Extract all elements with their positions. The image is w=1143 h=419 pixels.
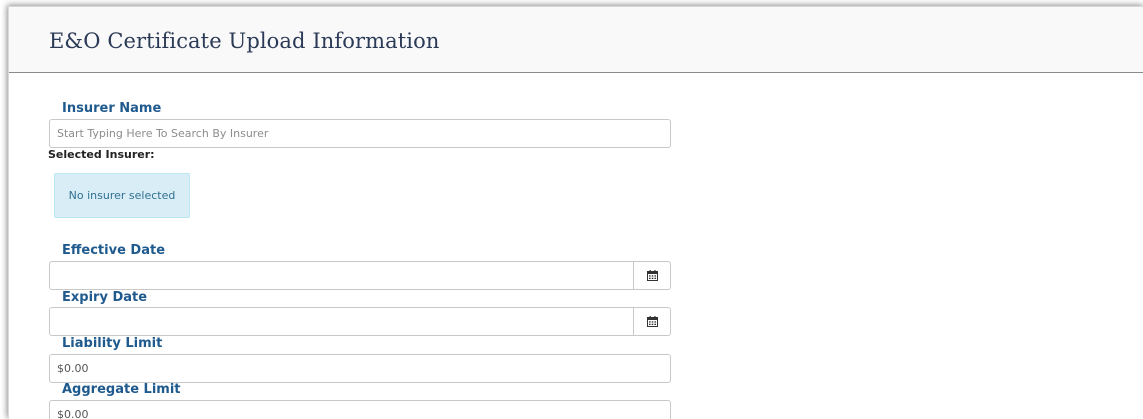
eo-certificate-panel: E&O Certificate Upload Information Insur… [8, 6, 1143, 419]
calendar-icon [646, 316, 658, 327]
aggregate-limit-label: Aggregate Limit [62, 382, 181, 397]
expiry-date-input[interactable] [50, 308, 633, 335]
expiry-date-label: Expiry Date [62, 290, 148, 305]
aggregate-limit-input[interactable] [49, 400, 671, 419]
effective-date-picker-button[interactable] [633, 262, 670, 289]
expiry-date-picker-button[interactable] [633, 308, 670, 335]
liability-limit-label: Liability Limit [62, 336, 163, 351]
insurer-search-input[interactable] [49, 119, 671, 148]
panel-header: E&O Certificate Upload Information [9, 7, 1143, 73]
effective-date-label: Effective Date [62, 243, 166, 258]
selected-insurer-label: Selected Insurer: [48, 148, 155, 161]
liability-limit-input[interactable] [49, 354, 671, 383]
effective-date-input[interactable] [50, 262, 633, 289]
selected-insurer-status: No insurer selected [54, 173, 190, 218]
calendar-icon [646, 270, 658, 281]
expiry-date-group [49, 307, 671, 336]
effective-date-group [49, 261, 671, 290]
insurer-name-label: Insurer Name [62, 101, 162, 116]
panel-title: E&O Certificate Upload Information [49, 29, 440, 53]
